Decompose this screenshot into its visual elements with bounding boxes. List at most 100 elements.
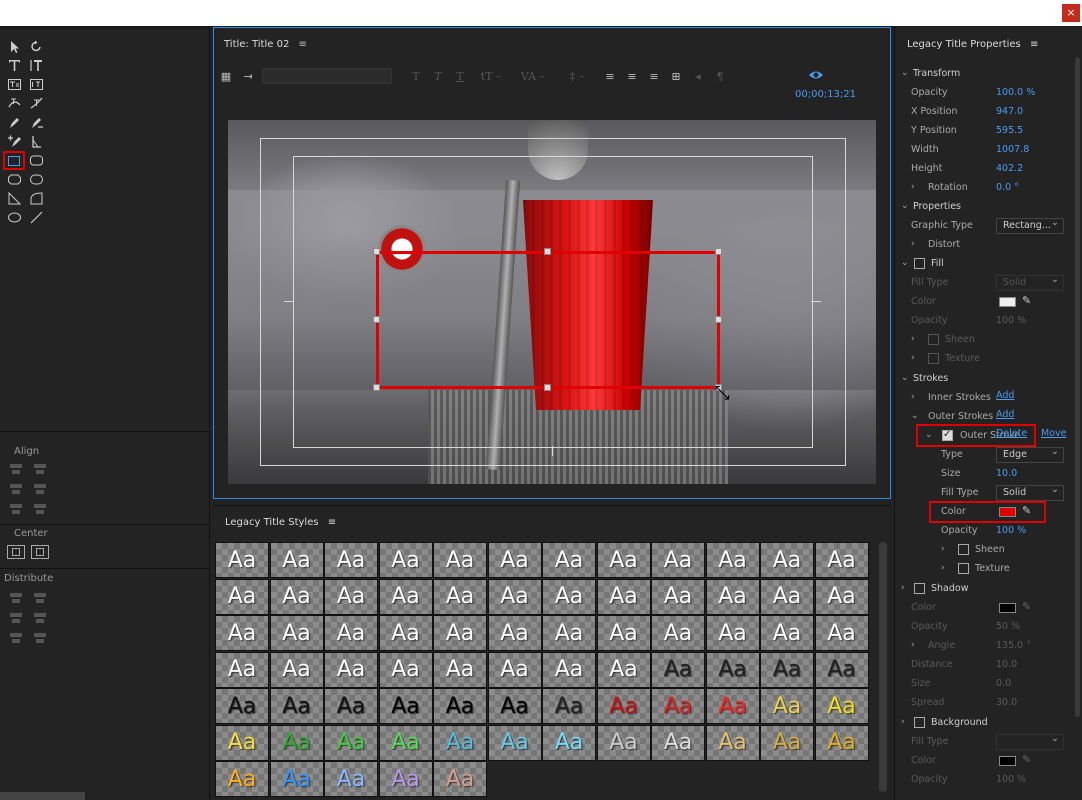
width-value[interactable]: 1007.8 xyxy=(996,144,1029,155)
arc-tool-icon[interactable] xyxy=(25,189,47,208)
style-swatch[interactable]: Aa xyxy=(760,615,814,651)
distribute-bottom-icon[interactable] xyxy=(31,629,49,647)
style-swatch[interactable]: Aa xyxy=(542,651,596,688)
align-text-center-icon[interactable]: ≡ xyxy=(624,70,640,83)
style-swatch[interactable]: Aa xyxy=(215,578,269,615)
style-swatch[interactable]: Aa xyxy=(487,688,542,724)
tab-stops-icon[interactable]: ⇥ xyxy=(240,70,256,83)
style-swatch[interactable]: Aa xyxy=(324,651,378,688)
style-swatch[interactable]: Aa xyxy=(269,761,324,797)
bold-icon[interactable]: T xyxy=(408,70,424,83)
stroke-opacity-value[interactable]: 100 % xyxy=(996,525,1026,536)
handle-middle-left[interactable] xyxy=(373,316,380,323)
type-tool-icon[interactable] xyxy=(3,56,25,75)
style-swatch[interactable]: Aa xyxy=(269,651,324,688)
styles-menu-icon[interactable]: ≡ xyxy=(328,517,336,528)
wedge-tool-icon[interactable] xyxy=(3,189,25,208)
background-opacity-value[interactable]: 100 % xyxy=(996,774,1026,785)
style-swatch[interactable]: Aa xyxy=(378,542,433,578)
style-swatch[interactable]: Aa xyxy=(324,542,378,578)
kerning-icon[interactable]: VA – xyxy=(514,70,552,83)
transform-section[interactable]: ⌄ Transform xyxy=(895,65,1082,84)
selection-tool-icon[interactable] xyxy=(3,37,25,56)
stroke-size-value[interactable]: 10.0 xyxy=(996,468,1017,479)
style-swatch[interactable]: Aa xyxy=(596,688,651,724)
rotation-value[interactable]: 0.0 ° xyxy=(996,182,1019,193)
style-swatch[interactable]: Aa xyxy=(596,724,651,761)
chevron-down-icon[interactable]: ⌄ xyxy=(911,411,919,421)
handle-top-right[interactable] xyxy=(715,248,722,255)
handle-bottom-left[interactable] xyxy=(373,384,380,391)
timecode[interactable]: 00;00;13;21 xyxy=(795,89,856,100)
rectangle-tool-icon[interactable] xyxy=(3,151,25,170)
style-swatch[interactable]: Aa xyxy=(651,651,705,688)
properties-section[interactable]: ⌄ Properties xyxy=(895,198,1082,217)
x-position-value[interactable]: 947.0 xyxy=(996,106,1023,117)
fill-color-swatch[interactable] xyxy=(999,297,1016,307)
style-swatch[interactable]: Aa xyxy=(433,724,487,761)
chevron-right-icon[interactable]: › xyxy=(911,334,915,344)
style-swatch[interactable]: Aa xyxy=(378,615,433,651)
chevron-right-icon[interactable]: › xyxy=(911,640,915,650)
style-swatch[interactable]: Aa xyxy=(814,688,869,724)
shadow-section[interactable]: › Shadow xyxy=(895,580,1082,599)
fill-section[interactable]: ⌄ Fill xyxy=(895,255,1082,274)
style-swatch[interactable]: Aa xyxy=(596,578,651,615)
graphic-type-dropdown[interactable]: Rectang... xyxy=(996,216,1064,234)
background-color-swatch[interactable] xyxy=(999,756,1016,766)
font-family-dropdown[interactable] xyxy=(262,68,392,84)
chevron-right-icon[interactable]: › xyxy=(911,182,915,192)
shadow-checkbox[interactable] xyxy=(914,583,925,594)
style-swatch[interactable]: Aa xyxy=(269,724,324,761)
handle-bottom-center[interactable] xyxy=(544,384,551,391)
style-swatch[interactable]: Aa xyxy=(324,578,378,615)
style-swatch[interactable]: Aa xyxy=(705,688,760,724)
style-swatch[interactable]: Aa xyxy=(487,724,542,761)
style-swatch[interactable]: Aa xyxy=(269,578,324,615)
style-swatch[interactable]: Aa xyxy=(596,651,651,688)
style-swatch[interactable]: Aa xyxy=(814,724,869,761)
style-swatch[interactable]: Aa xyxy=(378,688,433,724)
fill-checkbox[interactable] xyxy=(914,258,925,269)
style-swatch[interactable]: Aa xyxy=(433,578,487,615)
align-right-icon[interactable] xyxy=(7,480,25,498)
style-swatch[interactable]: Aa xyxy=(487,651,542,688)
style-swatch[interactable]: Aa xyxy=(651,578,705,615)
properties-menu-icon[interactable]: ≡ xyxy=(1030,39,1038,50)
style-swatch[interactable]: Aa xyxy=(378,724,433,761)
opacity-value[interactable]: 100.0 % xyxy=(996,87,1035,98)
stroke-fill-type-dropdown[interactable]: Solid xyxy=(996,483,1064,501)
center-horizontal-icon[interactable] xyxy=(7,545,25,559)
shadow-angle-value[interactable]: 135.0 ° xyxy=(996,640,1031,651)
distribute-right-icon[interactable] xyxy=(7,629,25,647)
show-video-icon[interactable] xyxy=(808,68,824,82)
style-swatch[interactable]: Aa xyxy=(433,651,487,688)
handle-top-center[interactable] xyxy=(544,248,551,255)
style-swatch[interactable]: Aa xyxy=(651,724,705,761)
style-swatch[interactable]: Aa xyxy=(542,615,596,651)
shadow-opacity-value[interactable]: 50 % xyxy=(996,621,1020,632)
clipped-rectangle-tool-icon[interactable] xyxy=(3,170,25,189)
style-swatch[interactable]: Aa xyxy=(215,761,269,797)
style-swatch[interactable]: Aa xyxy=(760,542,814,578)
font-size-icon[interactable]: tT – xyxy=(474,70,508,83)
shadow-distance-value[interactable]: 10.0 xyxy=(996,659,1017,670)
style-swatch[interactable]: Aa xyxy=(596,542,651,578)
background-fill-type-dropdown[interactable] xyxy=(996,732,1064,750)
style-swatch[interactable]: Aa xyxy=(705,724,760,761)
strokes-section[interactable]: ⌄ Strokes xyxy=(895,370,1082,389)
style-swatch[interactable]: Aa xyxy=(215,688,269,724)
distribute-top-icon[interactable] xyxy=(31,589,49,607)
move-stroke-link[interactable]: Move xyxy=(1041,428,1066,439)
style-swatch[interactable]: Aa xyxy=(705,542,760,578)
fill-opacity-value[interactable]: 100 % xyxy=(996,315,1026,326)
style-swatch[interactable]: Aa xyxy=(269,688,324,724)
indent-left-icon[interactable]: ◂ xyxy=(690,70,706,83)
styles-scrollbar[interactable] xyxy=(879,542,887,792)
indent-right-icon[interactable]: ¶ xyxy=(712,70,728,83)
add-anchor-tool-icon[interactable] xyxy=(3,132,25,151)
roll-crawl-icon[interactable]: ▦ xyxy=(218,70,234,83)
align-text-right-icon[interactable]: ≡ xyxy=(646,70,662,83)
vertical-area-type-tool-icon[interactable] xyxy=(25,75,47,94)
stroke-texture-checkbox[interactable] xyxy=(958,563,969,574)
